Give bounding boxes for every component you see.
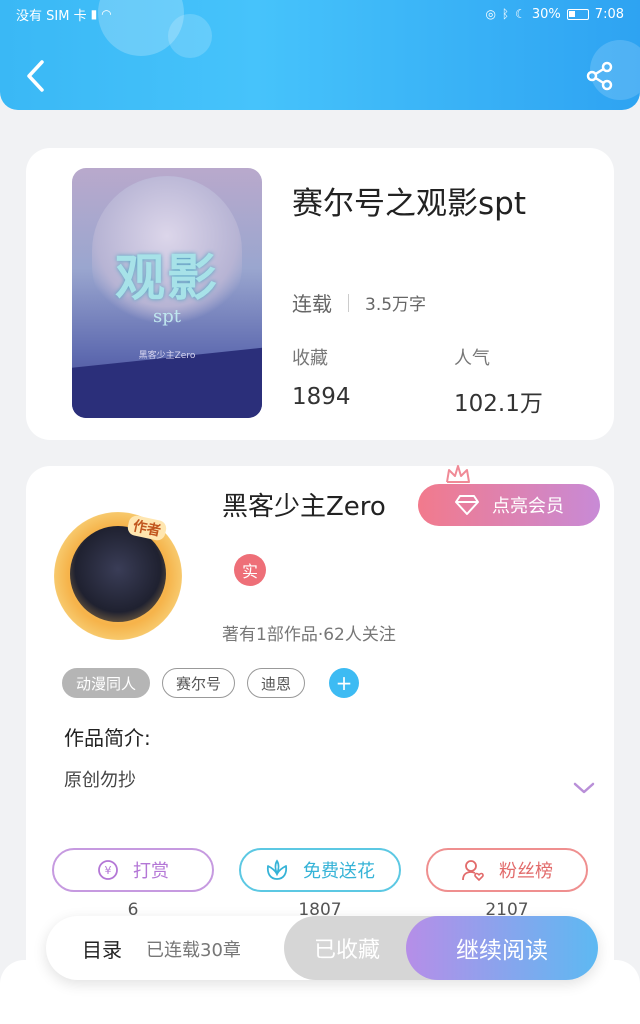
carrier-text: 没有 SIM 卡	[16, 8, 87, 24]
flower-icon	[266, 859, 288, 880]
nfc-icon: ◎	[485, 7, 496, 21]
book-cover[interactable]: 观影 spt 黑客少主Zero	[72, 168, 262, 418]
share-icon	[586, 61, 613, 91]
divider	[348, 293, 349, 312]
book-title: 赛尔号之观影spt	[292, 186, 526, 222]
moon-icon: ☾	[515, 7, 526, 21]
chevron-left-icon	[27, 60, 44, 92]
avatar	[70, 526, 166, 622]
popularity-label: 人气	[454, 348, 490, 369]
user-heart-icon	[462, 860, 484, 882]
cover-title: 观影	[115, 248, 219, 307]
intro-text: 原创勿抄	[64, 770, 136, 791]
vip-button[interactable]: 点亮会员	[418, 484, 600, 526]
bottom-action-bar: 目录 已连载30章 已收藏 继续阅读	[46, 916, 598, 980]
svg-text:¥: ¥	[105, 864, 112, 877]
toc-button[interactable]: 目录	[82, 934, 122, 963]
favorited-label: 已收藏	[313, 938, 380, 963]
popularity-value: 102.1万	[454, 391, 543, 417]
intro-title: 作品简介:	[64, 726, 151, 750]
cover-author: 黑客少主Zero	[138, 351, 196, 361]
continue-reading-button[interactable]: 继续阅读	[406, 916, 598, 980]
share-button[interactable]	[580, 58, 620, 94]
send-flower-button[interactable]: 免费送花	[239, 848, 401, 892]
favorites-value: 1894	[292, 384, 351, 410]
chevron-down-icon[interactable]	[572, 780, 596, 796]
chapter-count[interactable]: 已连载30章	[146, 936, 241, 962]
battery-percent: 30%	[531, 6, 561, 22]
tag-item[interactable]: 赛尔号	[162, 668, 236, 698]
wifi-icon: ◠	[101, 7, 112, 21]
fans-ranking-button[interactable]: 粉丝榜	[426, 848, 588, 892]
real-name-badge: 实	[234, 554, 266, 586]
bluetooth-icon: ᛒ	[501, 7, 510, 21]
back-button[interactable]	[20, 56, 52, 96]
author-avatar[interactable]: 作者	[54, 512, 182, 642]
book-meta: 连载 3.5万字	[292, 288, 426, 317]
vip-label: 点亮会员	[492, 496, 564, 517]
tag-item[interactable]: 迪恩	[247, 668, 306, 698]
top-header: 没有 SIM 卡 ▮ ◠ ◎ ᛒ ☾ 30% 7:08	[0, 0, 640, 110]
diamond-icon	[455, 495, 479, 515]
yen-coin-icon: ¥	[98, 860, 118, 880]
reward-label: 打赏	[133, 861, 169, 882]
flower-label: 免费送花	[303, 861, 375, 882]
continue-reading-label: 继续阅读	[456, 938, 548, 964]
word-count: 3.5万字	[365, 295, 427, 315]
author-name[interactable]: 黑客少主Zero	[222, 486, 386, 523]
cover-subtitle: spt	[153, 306, 181, 327]
author-works-info: 著有1部作品·62人关注	[222, 625, 396, 645]
serial-status: 连载	[292, 292, 332, 316]
sim-alert-icon: ▮	[90, 7, 98, 21]
battery-icon	[566, 8, 589, 20]
fans-label: 粉丝榜	[499, 861, 553, 882]
reward-button[interactable]: ¥ 打赏	[52, 848, 214, 892]
clock-time: 7:08	[594, 6, 624, 22]
tag-item[interactable]: 动漫同人	[62, 668, 151, 698]
add-tag-button[interactable]: +	[329, 668, 360, 698]
favorites-label: 收藏	[292, 348, 328, 369]
crown-icon	[446, 465, 470, 483]
tag-list: 动漫同人 赛尔号 迪恩 +	[62, 668, 360, 698]
popularity-stat: 人气 102.1万	[454, 344, 543, 418]
status-bar: 没有 SIM 卡 ▮ ◠ ◎ ᛒ ☾ 30% 7:08	[0, 0, 640, 28]
book-info-card: 观影 spt 黑客少主Zero 赛尔号之观影spt 连载 3.5万字 收藏 18…	[26, 148, 614, 440]
favorites-stat: 收藏 1894	[292, 344, 351, 410]
